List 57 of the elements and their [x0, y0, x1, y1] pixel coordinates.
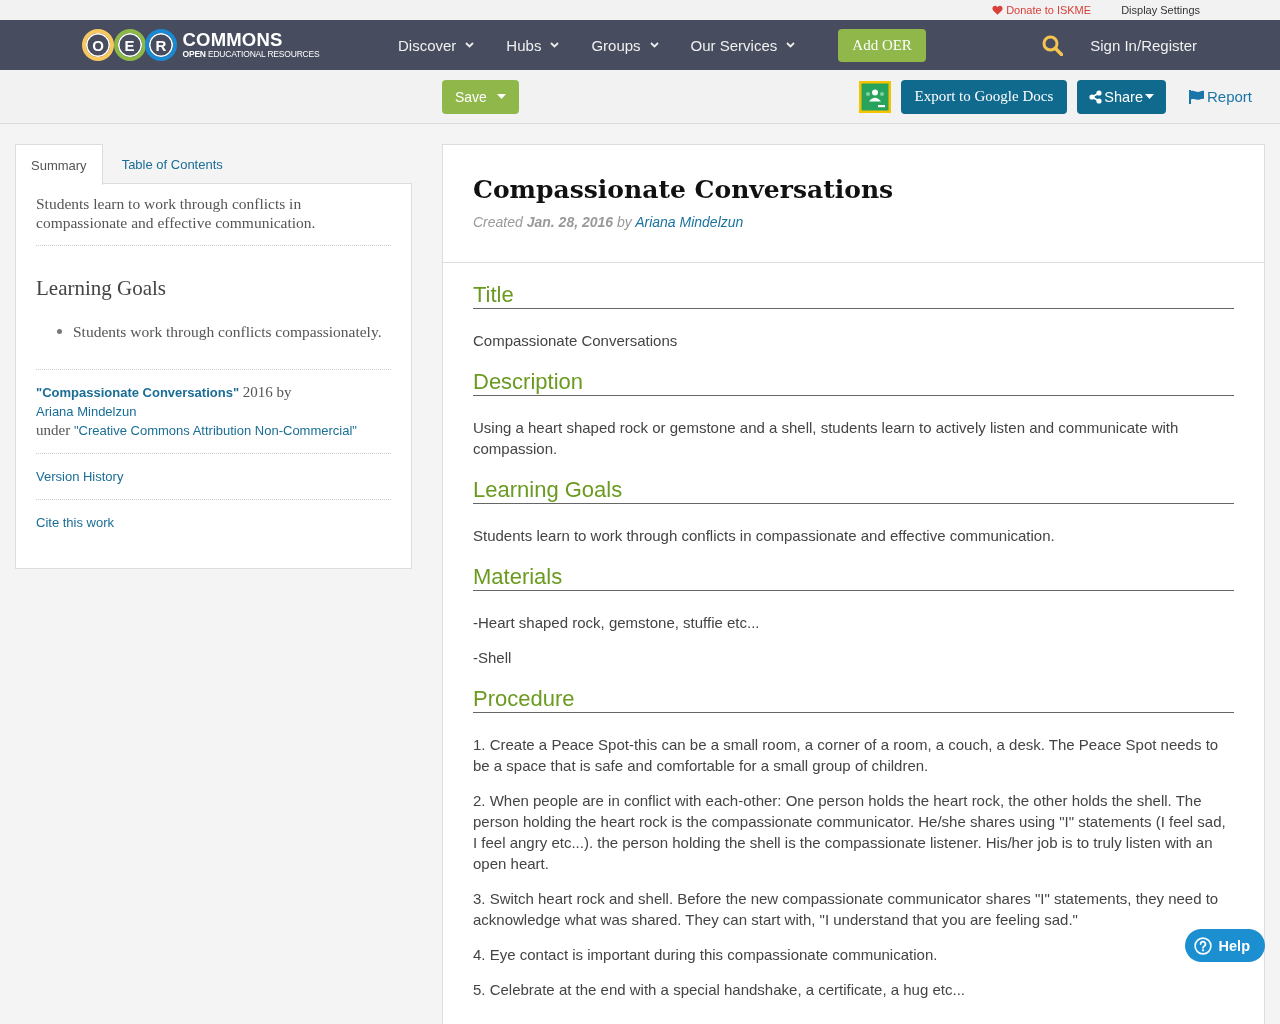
section-paragraph: 5. Celebrate at the end with a special handshake, a certificate, a hug etc... — [473, 980, 965, 1000]
help-icon — [1193, 936, 1212, 955]
section-heading: Materials — [473, 564, 1234, 591]
chevron-down-icon — [465, 42, 475, 48]
author-link[interactable]: Ariana Mindelzun — [36, 404, 137, 419]
chevron-down-icon — [649, 42, 659, 48]
logo-letter: E — [113, 29, 146, 61]
section-paragraph: Compassionate Conversations — [473, 331, 678, 351]
section-heading: Title — [473, 282, 1234, 309]
section-heading: Description — [473, 369, 1234, 396]
nav-menu-item[interactable]: Our Services — [690, 36, 796, 54]
section-heading: Procedure — [473, 686, 1234, 713]
section-paragraph: -Shell — [473, 648, 512, 668]
logo-letter: O — [82, 29, 114, 61]
sidebar-tab[interactable]: Table of Contents — [102, 144, 242, 184]
created-meta: Created Jan. 28, 2016 by Ariana Mindelzun — [473, 213, 744, 232]
search-icon[interactable] — [1042, 34, 1064, 56]
sign-in-link[interactable]: Sign In/Register — [1090, 36, 1197, 54]
goals-heading: Learning Goals — [36, 276, 168, 300]
flag-icon — [1188, 89, 1204, 104]
section-paragraph: 4. Eye contact is important during this compassionate communication. — [473, 945, 938, 965]
chevron-down-icon — [550, 42, 560, 48]
logo-wordmark: COMMONS — [182, 31, 283, 49]
sidebar-link[interactable]: Cite this work — [36, 515, 115, 530]
nav-menu-item[interactable]: Hubs — [506, 36, 560, 54]
report-link[interactable]: Report — [1188, 88, 1252, 105]
section-heading: Learning Goals — [473, 477, 1234, 504]
display-settings-link[interactable]: Display Settings — [1121, 4, 1200, 16]
sidebar-link[interactable]: Version History — [36, 469, 124, 484]
section-paragraph: 3. Switch heart rock and shell. Before the new compassionate communicator shares "I" statements, they need to acknowledge what was shared. They can start with, "I understand that you are feeling sad." — [473, 889, 1220, 930]
section-paragraph: 1. Create a Peace Spot-this can be a small room, a corner of a room, a couch, a desk. The Peace Spot needs to be a space that is safe and comfortable for a small group of children. — [473, 735, 1220, 776]
attribution-text: "Compassionate Conversations" 2016 by Ariana Mindelzun under "Creative Commons Attribution Non-Commercial" — [36, 383, 358, 440]
export-google-docs-button[interactable]: Export to Google Docs — [900, 79, 1068, 114]
nav-menu-item[interactable]: Groups — [591, 36, 659, 54]
sidebar-tab[interactable]: Summary — [15, 144, 103, 185]
section-paragraph: Using a heart shaped rock or gemstone and a shell, students learn to actively listen and communicate with compassion. — [473, 418, 1180, 459]
resource-title: Compassionate Conversations — [473, 174, 894, 206]
logo-tagline: OPEN EDUCATIONAL RESOURCES — [182, 49, 320, 59]
section-paragraph: Students learn to work through conflicts in compassionate and effective communication. — [473, 526, 1055, 546]
goal-item: Students work through conflicts compassionately. — [73, 322, 382, 341]
section-paragraph: -Heart shaped rock, gemstone, stuffie etc... — [473, 613, 760, 633]
bullet-icon — [57, 329, 62, 334]
section-paragraph: 2. When people are in conflict with each-other: One person holds the heart rock, the other holds the shell. The person holding the heart rock is the compassionate communicator. He/she shares using "I" statements (I feel sad, I feel angry etc...). the person holding the shell is the compassionate listener. His/her job is to truly listen with an open heart. — [473, 791, 1227, 874]
caret-icon — [496, 94, 506, 99]
donate-link[interactable]: Donate to ISKME — [992, 4, 1092, 16]
logo-letter: R — [145, 29, 177, 61]
caret-icon — [1144, 94, 1154, 99]
share-icon — [1089, 89, 1103, 104]
summary-text: Students learn to work through conflicts in compassionate and effective communication. — [36, 194, 317, 232]
nav-menu-item[interactable]: Discover — [398, 36, 475, 54]
heart-icon — [992, 5, 1004, 15]
chevron-down-icon — [786, 42, 796, 48]
person-board-icon[interactable] — [858, 80, 891, 113]
author-link[interactable]: Ariana Mindelzun — [635, 214, 744, 230]
resource-title-link[interactable]: "Compassionate Conversations" — [36, 385, 240, 400]
license-link[interactable]: "Creative Commons Attribution Non-Commercial" — [73, 423, 357, 438]
share-button[interactable]: Share — [1077, 79, 1166, 114]
